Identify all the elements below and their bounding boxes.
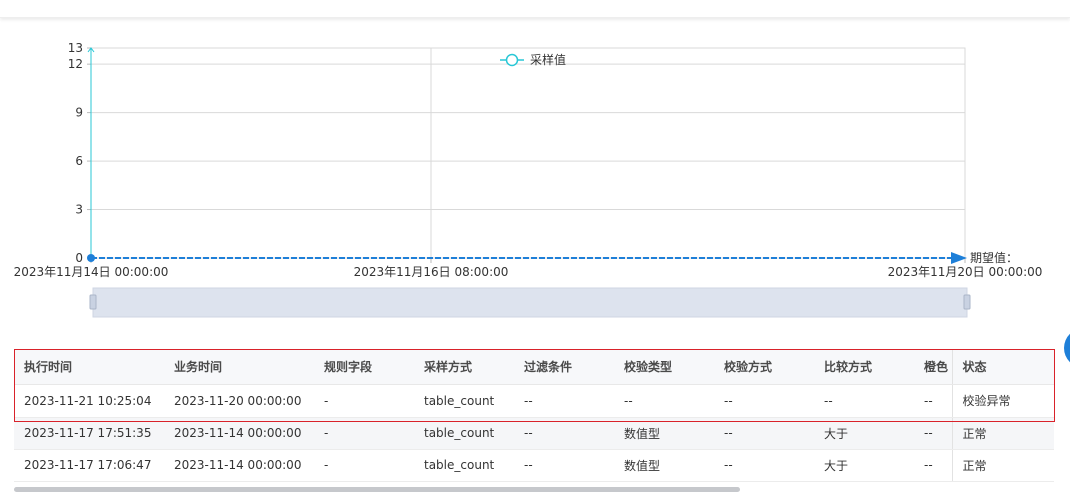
header-compare-method[interactable]: 比较方式: [814, 350, 914, 385]
y-tick-label: 0: [75, 251, 83, 265]
header-check-type[interactable]: 校验类型: [614, 350, 714, 385]
y-tick-label: 9: [75, 106, 83, 120]
sampling-chart: 0 3 6 9 12 13 2023年11月14日 00:00:00 2023年11月16日 …: [14, 41, 1043, 318]
zoom-handle-right: [963, 294, 971, 310]
x-tick-label: 2023年11月14日 00:00:00: [14, 265, 169, 279]
header-biz-time[interactable]: 业务时间: [164, 350, 314, 385]
cell-check-type: 数值型: [614, 449, 714, 482]
header-orange[interactable]: 橙色: [914, 350, 952, 385]
cell-sample-method: table_count: [414, 384, 514, 418]
zoom-handle-left: [89, 294, 97, 310]
header-check-method[interactable]: 校验方式: [714, 350, 814, 385]
cell-biz-time: 2023-11-20 00:00:00: [164, 384, 314, 418]
cell-biz-time: 2023-11-14 00:00:00: [164, 449, 314, 482]
cell-check-type: --: [614, 384, 714, 418]
y-tick-label: 3: [75, 203, 83, 217]
cell-status: 正常: [951, 417, 1054, 450]
x-tick-label: 2023年11月16日 08:00:00: [354, 265, 509, 279]
expected-value-label: 期望值：: [970, 250, 1018, 265]
cell-rule-field: -: [314, 384, 414, 418]
header-sample-method[interactable]: 采样方式: [414, 350, 514, 385]
cell-sample-method: table_count: [414, 449, 514, 482]
cell-biz-time: 2023-11-14 00:00:00: [164, 417, 314, 450]
table-row[interactable]: 2023-11-21 10:25:04 2023-11-20 00:00:00 …: [14, 384, 1054, 418]
cell-exec-time: 2023-11-21 10:25:04: [14, 384, 164, 418]
cell-orange: --: [914, 449, 952, 482]
cell-orange: --: [914, 417, 952, 450]
y-tick-label: 12: [68, 57, 83, 71]
cell-status: 正常: [951, 449, 1054, 482]
legend-label: 采样值: [530, 52, 566, 67]
cell-check-method: --: [714, 384, 814, 418]
cell-exec-time: 2023-11-17 17:06:47: [14, 449, 164, 482]
cell-sample-method: table_count: [414, 417, 514, 450]
cell-filter: --: [514, 449, 614, 482]
y-tick-label: 6: [75, 154, 83, 168]
cell-rule-field: -: [314, 449, 414, 482]
result-table: 执行时间 业务时间 规则字段 采样方式 过滤条件 校验类型 校验方式 比较方式 …: [14, 350, 1054, 482]
cell-check-method: --: [714, 417, 814, 450]
table-row[interactable]: 2023-11-17 17:51:35 2023-11-14 00:00:00 …: [14, 417, 1054, 450]
result-table-container[interactable]: 执行时间 业务时间 规则字段 采样方式 过滤条件 校验类型 校验方式 比较方式 …: [14, 350, 1054, 492]
cell-filter: --: [514, 384, 614, 418]
x-tick-label: 2023年11月20日 00:00:00: [888, 265, 1043, 279]
horizontal-scrollbar[interactable]: [14, 487, 740, 492]
floating-action-button[interactable]: [1064, 328, 1070, 368]
plot-frame: [90, 47, 966, 259]
table-header-row: 执行时间 业务时间 规则字段 采样方式 过滤条件 校验类型 校验方式 比较方式 …: [14, 350, 1054, 385]
cell-check-method: --: [714, 449, 814, 482]
header-status[interactable]: 状态: [951, 350, 1054, 385]
cell-orange: --: [914, 384, 952, 418]
cell-check-type: 数值型: [614, 417, 714, 450]
cell-compare-method: 大于: [814, 417, 914, 450]
table-row[interactable]: 2023-11-17 17:06:47 2023-11-14 00:00:00 …: [14, 449, 1054, 482]
cell-filter: --: [514, 417, 614, 450]
cell-exec-time: 2023-11-17 17:51:35: [14, 417, 164, 450]
header-exec-time[interactable]: 执行时间: [14, 350, 164, 385]
header-rule-field[interactable]: 规则字段: [314, 350, 414, 385]
cell-status: 校验异常: [951, 384, 1054, 418]
y-tick-label: 13: [68, 41, 83, 55]
cell-compare-method: --: [814, 384, 914, 418]
cell-compare-method: 大于: [814, 449, 914, 482]
cell-rule-field: -: [314, 417, 414, 450]
zoom-slider-track: [92, 287, 968, 318]
series-point: [87, 254, 95, 262]
legend-marker: [505, 53, 519, 67]
header-filter[interactable]: 过滤条件: [514, 350, 614, 385]
